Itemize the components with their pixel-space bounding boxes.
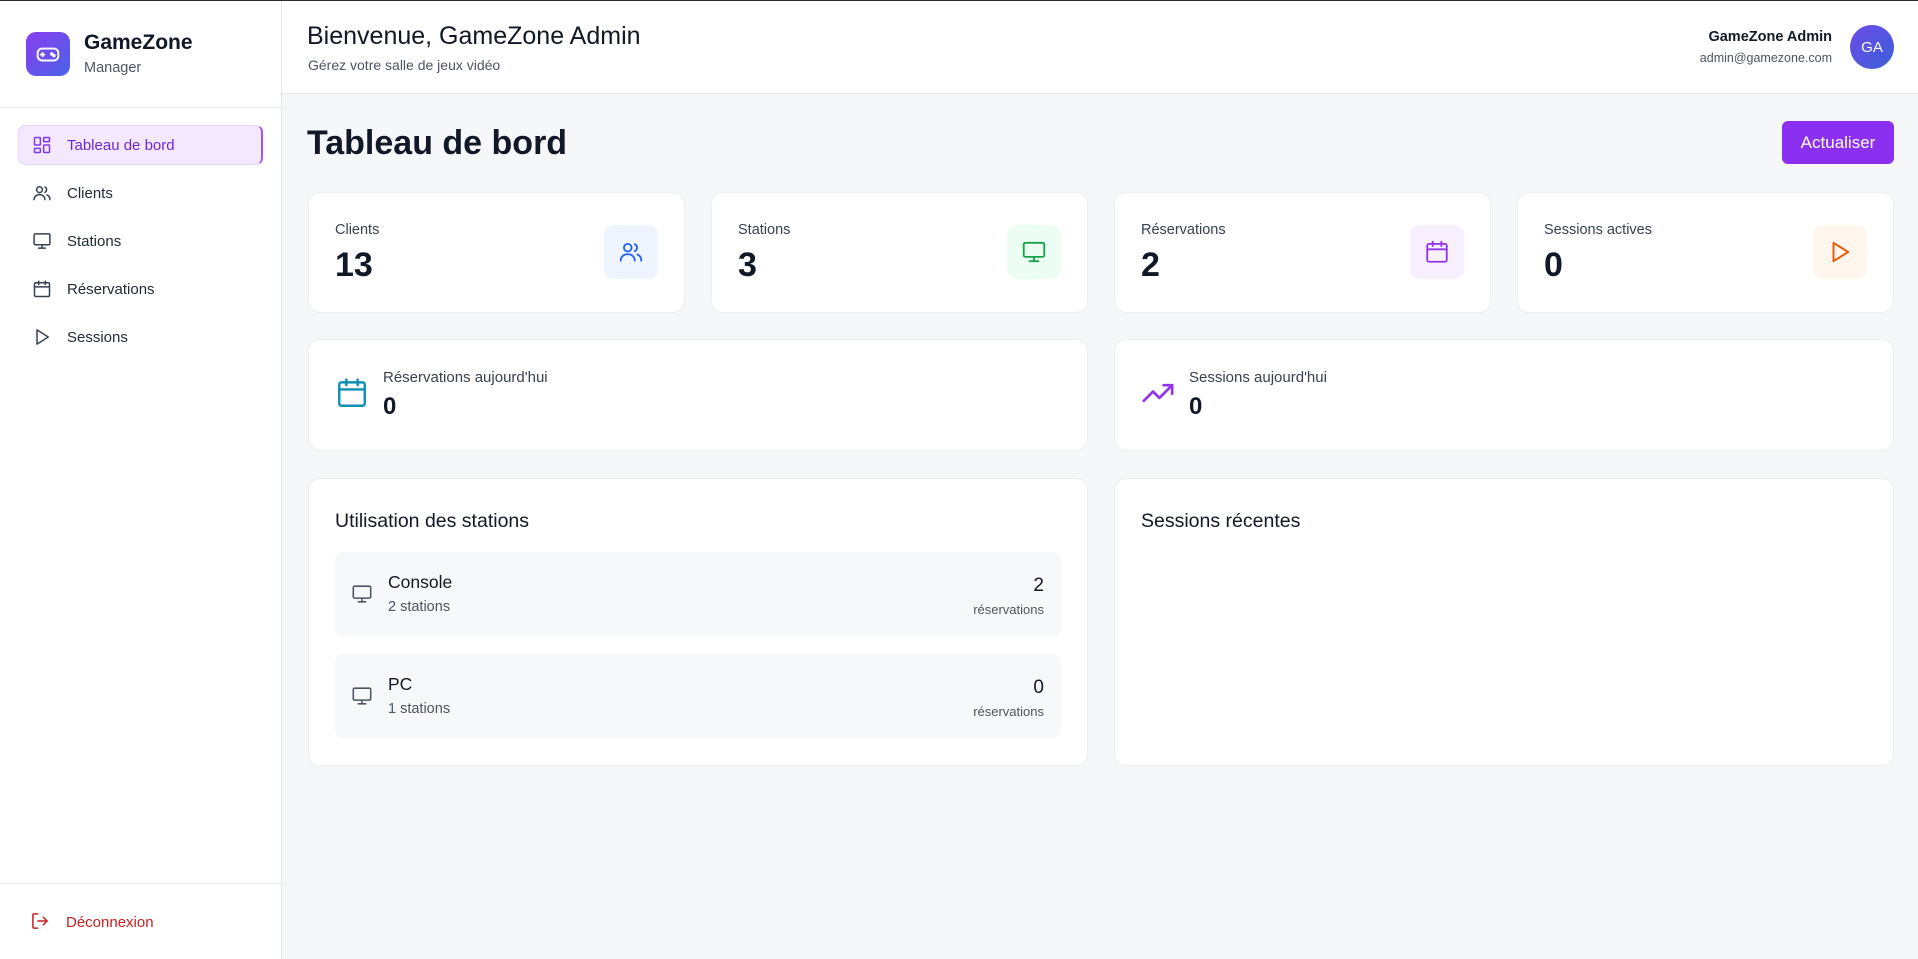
station-reservations-value: 2 [1033, 575, 1044, 596]
station-count: 2 stations [388, 599, 451, 615]
today-value: 0 [1189, 393, 1203, 420]
stat-label: Clients [335, 222, 380, 238]
welcome-subtitle: Gérez votre salle de jeux vidéo [308, 57, 501, 73]
brand-name: GameZone [84, 31, 193, 54]
stat-card-reservations: Réservations 2 [1114, 192, 1491, 313]
logout-button[interactable]: Déconnexion [18, 911, 154, 933]
stat-value: 13 [335, 246, 373, 284]
stat-card-active-sessions: Sessions actives 0 [1517, 192, 1894, 313]
station-reservations-label: réservations [973, 704, 1044, 719]
trending-up-icon [1141, 376, 1175, 410]
user-name: GameZone Admin [1708, 28, 1832, 45]
page-title: Tableau de bord [307, 124, 568, 162]
brand: GameZone Manager [0, 1, 281, 108]
stat-value: 3 [738, 246, 757, 284]
user-email: admin@gamezone.com [1699, 50, 1832, 65]
welcome-heading: Bienvenue, GameZone Admin [307, 22, 641, 50]
sidebar-item-reservations[interactable]: Réservations [18, 269, 263, 309]
sidebar-item-stations[interactable]: Stations [18, 221, 263, 261]
sidebar-item-label: Tableau de bord [67, 136, 175, 154]
sidebar-item-dashboard[interactable]: Tableau de bord [18, 125, 263, 165]
sidebar-item-sessions[interactable]: Sessions [18, 317, 263, 357]
station-usage-panel: Utilisation des stations Console 2 stati… [308, 478, 1088, 766]
brand-subtitle: Manager [84, 60, 142, 76]
recent-sessions-panel: Sessions récentes [1114, 478, 1894, 766]
sidebar-item-label: Stations [67, 232, 122, 250]
station-count: 1 stations [388, 701, 451, 717]
stat-card-stations: Stations 3 [711, 192, 1088, 313]
dashboard-grid-icon [31, 134, 53, 156]
top-header: Bienvenue, GameZone Admin Gérez votre sa… [282, 1, 1918, 94]
today-sessions-card: Sessions aujourd'hui 0 [1114, 339, 1894, 451]
users-icon [31, 182, 53, 204]
stat-label: Réservations [1141, 222, 1226, 238]
gamepad-icon [26, 32, 70, 76]
avatar[interactable]: GA [1850, 25, 1894, 69]
refresh-button[interactable]: Actualiser [1782, 121, 1894, 164]
play-icon [31, 326, 53, 348]
stat-value: 0 [1544, 246, 1563, 284]
sidebar-footer: Déconnexion [0, 883, 281, 959]
sidebar-nav: Tableau de bord Clients Stations Réserva… [0, 108, 281, 357]
users-icon [604, 225, 658, 279]
sidebar-item-label: Sessions [67, 328, 128, 346]
monitor-icon [351, 685, 373, 707]
sidebar-item-label: Réservations [67, 280, 155, 298]
monitor-icon [31, 230, 53, 252]
calendar-icon [31, 278, 53, 300]
sidebar-item-label: Clients [67, 184, 113, 202]
stat-label: Sessions actives [1544, 222, 1652, 238]
monitor-icon [1007, 225, 1061, 279]
play-icon [1813, 225, 1867, 279]
station-name: PC [388, 674, 413, 694]
station-row-pc[interactable]: PC 1 stations 0 réservations [335, 654, 1061, 738]
stat-card-clients: Clients 13 [308, 192, 685, 313]
stat-label: Stations [738, 222, 791, 238]
panel-title: Utilisation des stations [335, 510, 530, 532]
calendar-icon [1410, 225, 1464, 279]
monitor-icon [351, 583, 373, 605]
today-label: Sessions aujourd'hui [1189, 369, 1327, 386]
station-row-console[interactable]: Console 2 stations 2 réservations [335, 552, 1061, 636]
logout-label: Déconnexion [66, 913, 154, 931]
today-label: Réservations aujourd'hui [383, 369, 548, 386]
main-content: Tableau de bord Actualiser Clients 13 St… [282, 94, 1918, 959]
station-reservations-label: réservations [973, 602, 1044, 617]
today-reservations-card: Réservations aujourd'hui 0 [308, 339, 1088, 451]
sidebar: GameZone Manager Tableau de bord Clients [0, 1, 282, 959]
calendar-icon [335, 376, 369, 410]
user-menu[interactable]: GameZone Admin admin@gamezone.com GA [1700, 25, 1894, 69]
panel-title: Sessions récentes [1141, 510, 1301, 532]
station-reservations-value: 0 [1033, 677, 1044, 698]
stat-value: 2 [1141, 246, 1160, 284]
sidebar-item-clients[interactable]: Clients [18, 173, 263, 213]
logout-icon [30, 911, 52, 933]
today-value: 0 [383, 393, 397, 420]
station-name: Console [388, 572, 453, 592]
